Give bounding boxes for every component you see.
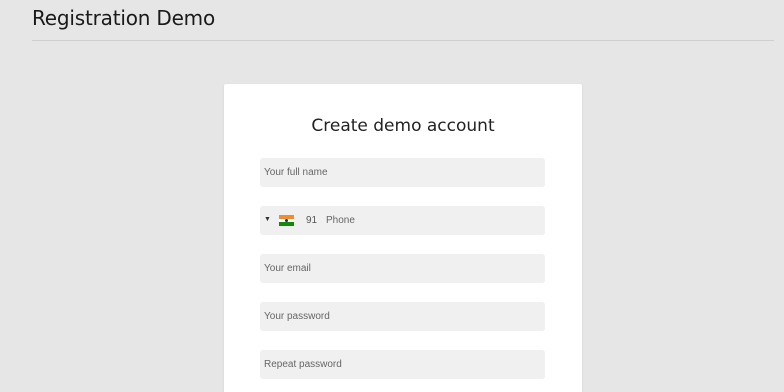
phone-field: ▼ 91 <box>260 206 545 235</box>
page-title: Registration Demo <box>32 6 215 30</box>
repeat-password-input[interactable] <box>260 350 545 379</box>
caret-down-icon: ▼ <box>264 216 271 223</box>
page-header: Registration Demo <box>32 0 774 41</box>
dial-code: 91 <box>306 215 318 226</box>
country-code-select[interactable]: ▼ <box>264 206 312 235</box>
phone-input[interactable] <box>326 206 536 235</box>
registration-card: Create demo account ▼ 91 <box>224 84 582 392</box>
password-input[interactable] <box>260 302 545 331</box>
india-flag-icon <box>279 215 294 226</box>
email-input[interactable] <box>260 254 545 283</box>
form-title: Create demo account <box>311 116 495 136</box>
registration-page: Registration Demo Create demo account ▼ … <box>0 0 784 392</box>
full-name-input[interactable] <box>260 158 545 187</box>
